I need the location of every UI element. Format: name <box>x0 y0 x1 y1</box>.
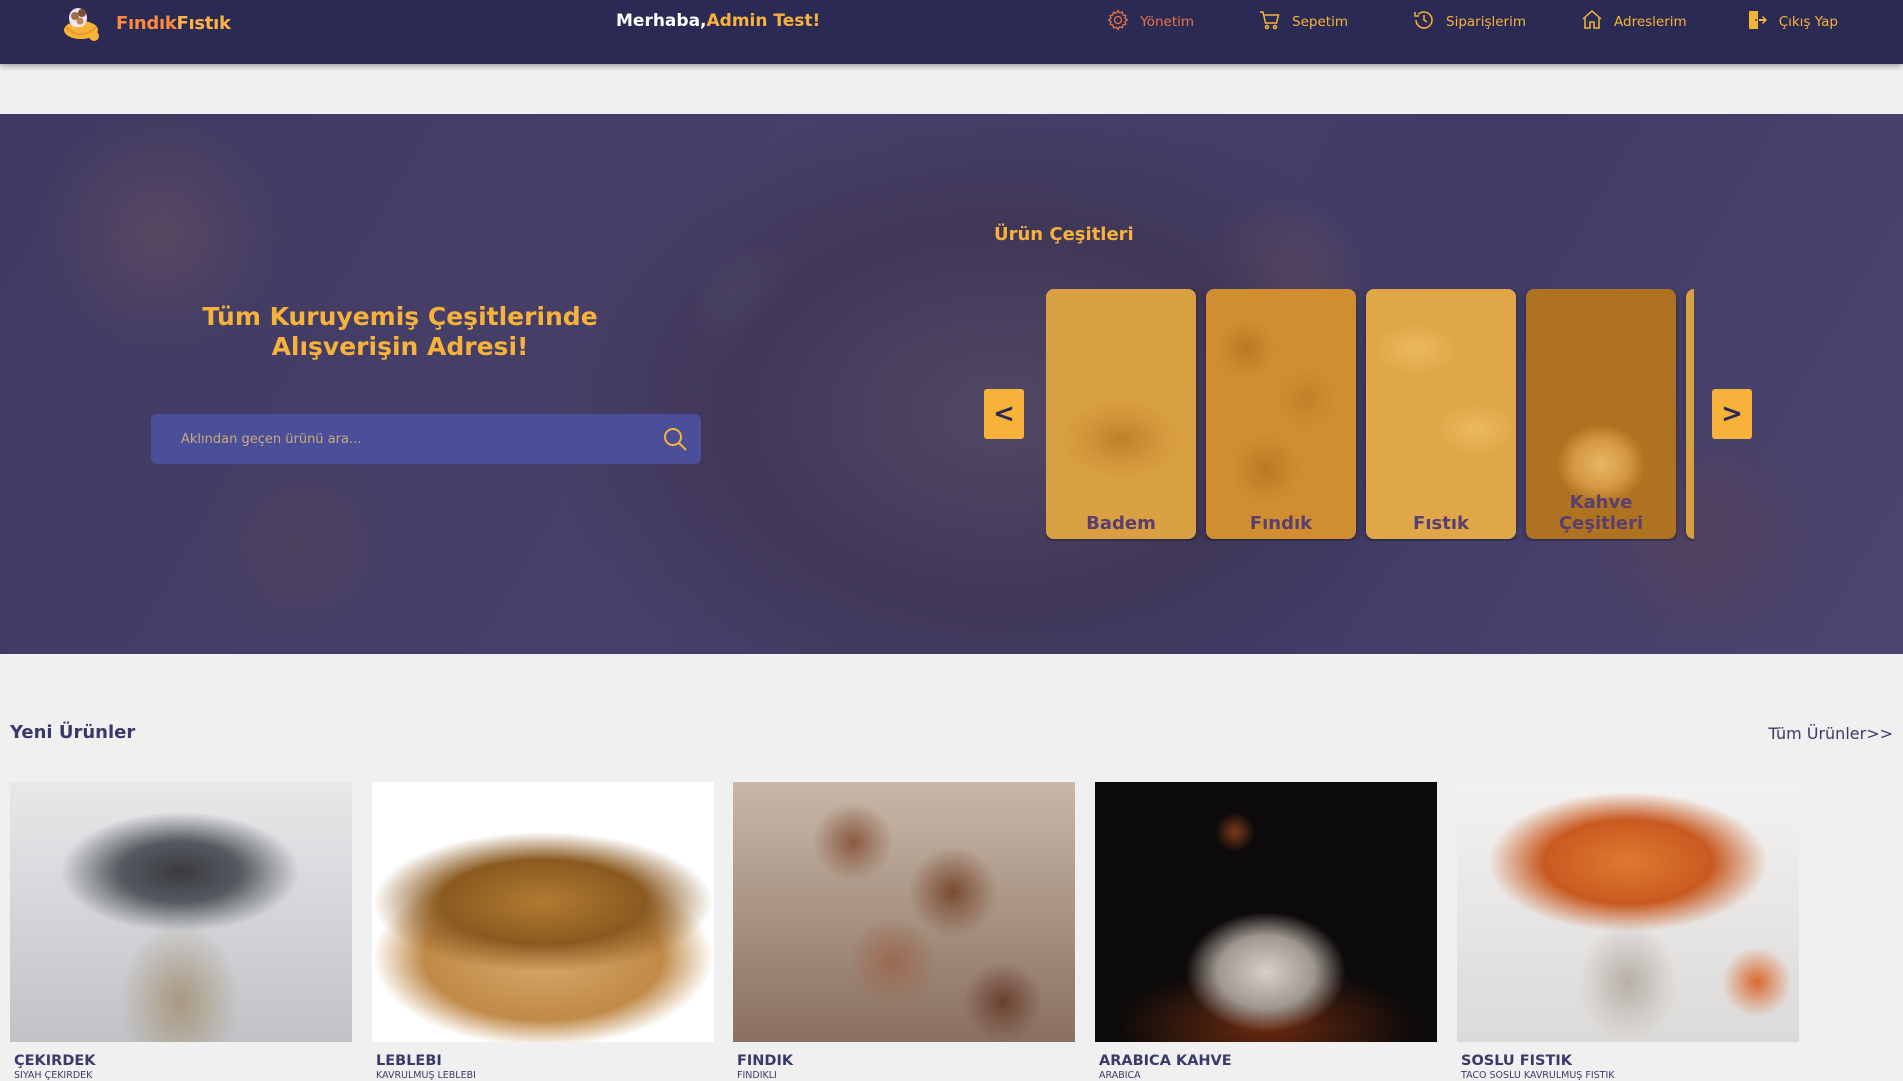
nav-item-siparislerim[interactable]: Siparişlerim <box>1412 8 1526 36</box>
product-name: LEBLEBI <box>376 1053 442 1069</box>
history-icon <box>1412 8 1436 36</box>
product-name: FINDIK <box>737 1053 794 1069</box>
new-products-title: Yeni Ürünler <box>10 722 136 743</box>
product-desc: FINDIKLI <box>737 1070 777 1081</box>
brand-name: FındıkFıstık <box>116 13 231 34</box>
search-box <box>151 414 701 464</box>
product-card-cekirdek[interactable]: ÇEKIRDEK SIYAH ÇEKIRDEK <box>10 782 352 1081</box>
category-tint <box>1686 289 1694 539</box>
search-input[interactable] <box>151 414 631 464</box>
categories-title: Ürün Çeşitleri <box>994 224 1134 245</box>
product-name: ÇEKIRDEK <box>14 1053 96 1069</box>
product-card-arabica-kahve[interactable]: ARABICA KAHVE ARABICA <box>1095 782 1437 1081</box>
logout-icon <box>1745 8 1769 36</box>
product-card-soslu-fistik[interactable]: SOSLU FISTIK TACO SOSLU KAVRULMUŞ FISTIK <box>1457 782 1799 1081</box>
nut-bowl-logo-icon <box>58 0 104 46</box>
category-label: Badem <box>1086 513 1156 534</box>
category-label: Fıstık <box>1413 513 1469 534</box>
product-image <box>733 782 1075 1042</box>
product-desc: ARABICA <box>1099 1070 1141 1081</box>
category-card-kahve[interactable]: Kahve Çeşitleri <box>1526 289 1676 539</box>
category-label: Kahve Çeşitleri <box>1558 492 1644 534</box>
category-carousel: Badem Fındık Fıstık Kahve Çeşitleri <box>1046 289 1694 541</box>
product-card-leblebi[interactable]: LEBLEBI KAVRULMUŞ LEBLEBI <box>372 782 714 1081</box>
product-image <box>1095 782 1437 1042</box>
category-card-next[interactable] <box>1686 289 1694 539</box>
hero-title: Tüm Kuruyemiş Çeşitlerinde Alışverişin A… <box>202 302 598 361</box>
category-tint <box>1366 289 1516 539</box>
carousel-next-button[interactable]: > <box>1712 389 1752 439</box>
product-card-findik[interactable]: FINDIK FINDIKLI <box>733 782 1075 1081</box>
brand[interactable]: FındıkFıstık <box>58 0 231 46</box>
nav-item-cikis-yap[interactable]: Çıkış Yap <box>1745 8 1838 36</box>
product-name: ARABICA KAHVE <box>1099 1053 1232 1069</box>
category-label: Fındık <box>1249 513 1313 534</box>
category-card-badem[interactable]: Badem <box>1046 289 1196 539</box>
product-image <box>10 782 352 1042</box>
product-image <box>1457 782 1799 1042</box>
hero-banner: Tüm Kuruyemiş Çeşitlerinde Alışverişin A… <box>0 114 1903 654</box>
greeting-user-name: Admin Test! <box>706 11 821 31</box>
nav-item-yonetim[interactable]: Yönetim <box>1106 8 1194 36</box>
carousel-prev-button[interactable]: < <box>984 389 1024 439</box>
nav-item-label: Yönetim <box>1140 14 1195 30</box>
nav-item-sepetim[interactable]: Sepetim <box>1258 8 1348 36</box>
brand-name-part1: Fındık <box>116 12 177 34</box>
product-desc: TACO SOSLU KAVRULMUŞ FISTIK <box>1461 1070 1615 1081</box>
brand-name-part2: Fıstık <box>176 12 231 34</box>
nav-menu: Yönetim Sepetim Siparişlerim Adreslerim … <box>1106 8 1838 36</box>
home-icon <box>1580 8 1604 36</box>
greeting-prefix: Merhaba, <box>616 11 707 31</box>
cart-icon <box>1258 8 1282 36</box>
category-tint <box>1206 289 1356 539</box>
category-tint <box>1046 289 1196 539</box>
gear-icon <box>1106 8 1130 36</box>
product-image <box>372 782 714 1042</box>
category-card-findik[interactable]: Fındık <box>1206 289 1356 539</box>
top-navbar: FındıkFıstık Merhaba,Admin Test! Yönetim <box>0 0 1903 64</box>
product-name: SOSLU FISTIK <box>1461 1053 1573 1069</box>
category-card-fistik[interactable]: Fıstık <box>1366 289 1516 539</box>
nav-item-label: Adreslerim <box>1614 14 1687 30</box>
search-icon <box>659 428 691 459</box>
nav-item-label: Çıkış Yap <box>1778 14 1838 30</box>
product-desc: KAVRULMUŞ LEBLEBI <box>376 1070 476 1081</box>
greeting: Merhaba,Admin Test! <box>616 11 820 31</box>
product-desc: SIYAH ÇEKIRDEK <box>14 1070 93 1081</box>
all-products-link[interactable]: Tüm Ürünler>> <box>1768 724 1893 743</box>
nav-item-adreslerim[interactable]: Adreslerim <box>1580 8 1687 36</box>
nav-item-label: Sepetim <box>1292 14 1348 30</box>
search-button[interactable] <box>659 423 691 455</box>
nav-item-label: Siparişlerim <box>1446 14 1527 30</box>
